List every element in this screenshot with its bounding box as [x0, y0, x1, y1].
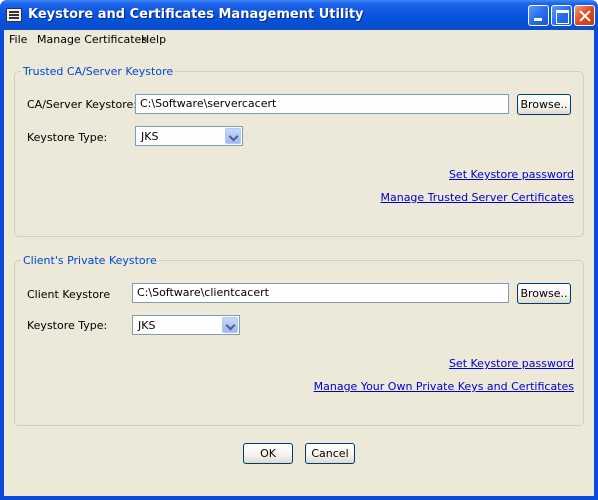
- chevron-down-icon[interactable]: [222, 317, 238, 333]
- menu-bar: File Manage Certificates Help: [4, 30, 594, 49]
- window-title: Keystore and Certificates Management Uti…: [28, 7, 364, 22]
- menu-manage-certificates[interactable]: Manage Certificates: [37, 33, 147, 46]
- manage-trusted-certs-link[interactable]: Manage Trusted Server Certificates: [380, 191, 574, 204]
- menu-help[interactable]: Help: [141, 33, 166, 46]
- client-keystore-type-select[interactable]: JKS: [132, 315, 240, 335]
- app-icon: [6, 8, 22, 22]
- server-browse-button[interactable]: Browse..: [517, 94, 571, 115]
- client-keystore-type-value: JKS: [138, 319, 156, 332]
- client-set-password-link[interactable]: Set Keystore password: [449, 357, 574, 370]
- server-keystore-label: CA/Server Keystore:: [27, 98, 137, 111]
- server-keystore-field[interactable]: C:\Software\servercacert: [135, 94, 509, 114]
- maximize-icon[interactable]: [551, 5, 572, 26]
- trusted-keystore-group: Trusted CA/Server Keystore CA/Server Key…: [14, 65, 584, 237]
- server-keystore-type-select[interactable]: JKS: [135, 126, 243, 146]
- window-content: File Manage Certificates Help Trusted CA…: [4, 30, 594, 496]
- manage-private-keys-link[interactable]: Manage Your Own Private Keys and Certifi…: [314, 380, 574, 393]
- client-browse-button[interactable]: Browse..: [517, 283, 571, 304]
- client-keystore-legend: Client's Private Keystore: [21, 254, 159, 267]
- main-window: Keystore and Certificates Management Uti…: [0, 0, 598, 500]
- close-icon[interactable]: [574, 5, 595, 26]
- server-keystore-type-value: JKS: [141, 130, 159, 143]
- server-keystore-type-label: Keystore Type:: [27, 131, 108, 144]
- ok-button[interactable]: OK: [243, 443, 293, 464]
- title-bar[interactable]: Keystore and Certificates Management Uti…: [0, 0, 598, 30]
- client-keystore-type-label: Keystore Type:: [27, 319, 108, 332]
- server-set-password-link[interactable]: Set Keystore password: [449, 168, 574, 181]
- cancel-button[interactable]: Cancel: [305, 443, 355, 464]
- minimize-icon[interactable]: [528, 5, 549, 26]
- client-keystore-field[interactable]: C:\Software\clientcacert: [132, 283, 509, 303]
- client-keystore-group: Client's Private Keystore Client Keystor…: [14, 254, 584, 426]
- trusted-keystore-legend: Trusted CA/Server Keystore: [21, 65, 176, 78]
- chevron-down-icon[interactable]: [225, 128, 241, 144]
- client-keystore-label: Client Keystore: [27, 288, 111, 301]
- menu-file[interactable]: File: [9, 33, 27, 46]
